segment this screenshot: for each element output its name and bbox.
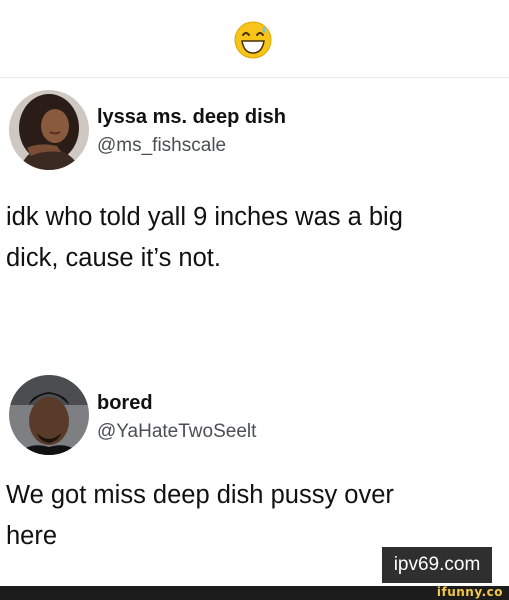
display-name[interactable]: lyssa ms. deep dish xyxy=(97,106,286,129)
site-watermark: ipv69.com xyxy=(382,547,492,583)
tweet-text-line: dick, cause it’s not. xyxy=(6,244,221,272)
footer-bar: ifunny.co xyxy=(0,585,509,600)
user-handle[interactable]: @YaHateTwoSeelt xyxy=(97,421,256,443)
tweet-text: We got miss deep dish pussy over here xyxy=(6,475,496,557)
user-handle[interactable]: @ms_fishscale xyxy=(97,135,226,157)
profile-photo-icon xyxy=(9,90,89,170)
tweet-text-line: We got miss deep dish pussy over xyxy=(6,481,394,509)
avatar[interactable] xyxy=(9,375,89,455)
profile-photo-icon xyxy=(9,375,89,455)
display-name[interactable]: bored xyxy=(97,392,153,415)
tweet-text: idk who told yall 9 inches was a big dic… xyxy=(6,197,496,279)
ifunny-logo: ifunny.co xyxy=(436,585,503,599)
header-divider xyxy=(0,77,509,78)
avatar[interactable] xyxy=(9,90,89,170)
grinning-sweat-emoji-icon xyxy=(234,21,272,59)
tweet-text-line: idk who told yall 9 inches was a big xyxy=(6,203,403,231)
